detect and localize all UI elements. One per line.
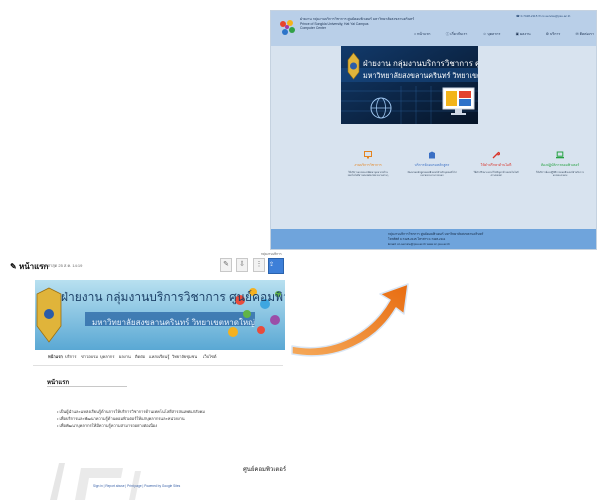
nav-item-home[interactable]: หน้าแรก	[48, 353, 63, 360]
pencil-icon: ✎	[223, 261, 229, 268]
move-button[interactable]: ⇩	[236, 258, 248, 272]
faded-background-graphic	[50, 463, 141, 500]
more-button[interactable]: ⋮	[253, 258, 265, 272]
more-icon: ⋮	[255, 261, 263, 268]
list-item: • เป็นผู้นำและแหล่งเรียนรู้ด้านการให้บริ…	[57, 409, 205, 414]
feature-card[interactable]: ห้องปฏิบัติการคอมพิวเตอร์ ให้บริการห้องป…	[535, 151, 585, 178]
feature-card[interactable]: บริการจัดอบรมหลักสูตร จัดอบรมหลักสูตรคอม…	[407, 151, 457, 178]
wrench-icon	[492, 151, 500, 159]
edit-button[interactable]: ✎	[220, 258, 232, 272]
feature-title: บริการจัดอบรมหลักสูตร	[414, 163, 450, 167]
banner-title-line-2: มหาวิทยาลัยสงขลานครินทร์ วิทยาเขตหาดใหญ่	[92, 318, 255, 327]
feature-description: จัดอบรมหลักสูตรคอมพิวเตอร์สำหรับบุคคลทั่…	[407, 171, 457, 178]
nav-item-training-news[interactable]: ข่าวอบรม	[81, 353, 98, 360]
nav-label: ติดต่อเรา	[579, 32, 594, 36]
feature-grid: งานบริการวิชาการ ให้บริการอบรมและพัฒนาบุ…	[343, 151, 589, 211]
building-icon	[429, 151, 435, 159]
feature-card[interactable]: ให้คำปรึกษาด้านไอที ให้คำปรึกษาและแก้ไขป…	[471, 151, 521, 178]
old-site-nav: หน้าแรก บริการ ข่าวอบรม บุคลากร ผลงาน ติ…	[48, 353, 258, 365]
laptop-icon	[556, 151, 564, 159]
feature-description: ให้คำปรึกษาและแก้ไขปัญหาด้านเทคโนโลยีสาร…	[473, 171, 519, 178]
list-item-text: เป็นผู้นำและแหล่งเรียนรู้ด้านการให้บริกา…	[59, 409, 205, 414]
nav-item-staff[interactable]: ☺ บุคลากร	[483, 31, 501, 39]
contact-info: ☎ 0-7428-2115 ✉ cc-service@psu.ac.th	[516, 14, 571, 18]
transition-arrow-icon	[290, 282, 410, 358]
new-site-title: ฝ่ายงาน กลุ่มงานบริการวิชาการ ศูนย์คอมพิ…	[300, 17, 415, 31]
feature-card[interactable]: งานบริการวิชาการ ให้บริการอบรมและพัฒนาบุ…	[343, 151, 393, 178]
nav-item-works[interactable]: ▣ ผลงาน	[516, 31, 531, 39]
site-name-small: กลุ่มงานบริการ	[261, 252, 282, 256]
monitor-icon	[442, 87, 475, 115]
nav-label: ผลงาน	[520, 32, 531, 36]
banner-title-line-2: มหาวิทยาลัยสงขลานครินทร์ วิทยาเขตหาดใหญ่	[363, 71, 478, 80]
feature-description: ให้บริการอบรมและพัฒนาบุคลากรด้านเทคโนโลย…	[347, 171, 389, 178]
nav-item-services[interactable]: ⚙ บริการ	[546, 31, 561, 39]
move-icon: ⇩	[239, 261, 245, 268]
title-line-3: Computer Center	[300, 26, 327, 31]
nav-item-community-college[interactable]: วิทยาลัยชุมชน	[172, 353, 197, 360]
mission-list: • เป็นผู้นำและแหล่งเรียนรู้ด้านการให้บริ…	[57, 408, 287, 429]
old-site-topbar: ✎ หน้าแรก อัปเดตล่าสุด 25 ส.ค. 14:19 กลุ…	[3, 250, 290, 276]
new-site-banner: ฝ่ายงาน กลุ่มงานบริการวิชาการ ศูนย์คอมพิ…	[341, 46, 478, 124]
university-seal-icon	[347, 52, 360, 80]
org-logo-icon[interactable]	[276, 17, 298, 39]
list-item: • เพื่อบริการและพัฒนาความรู้ด้านคอมพิวเต…	[57, 416, 185, 421]
banner-title-line-1: ฝ่ายงาน กลุ่มงานบริการวิชาการ ศูนย์คอมพิ…	[363, 59, 478, 68]
nav-item-staff[interactable]: บุคลากร	[100, 353, 114, 360]
nav-item-home[interactable]: ⌂ หน้าแรก	[414, 31, 430, 39]
nav-item-services[interactable]: บริการ	[65, 353, 77, 360]
monitor-icon	[364, 151, 372, 159]
list-item: • เพื่อพัฒนาบุคลากรให้มีความรู้ความสามาร…	[57, 423, 158, 428]
title-line-1: ฝ่ายงาน กลุ่มงานบริการวิชาการ ศูนย์คอมพิ…	[300, 17, 415, 21]
signature-text: ศูนย์คอมพิวเตอร์	[243, 467, 287, 473]
nav-label: หน้าแรก	[417, 32, 431, 36]
feature-description: ให้บริการห้องปฏิบัติการคอมพิวเตอร์สำหรับ…	[536, 171, 584, 178]
new-website-screenshot: ฝ่ายงาน กลุ่มงานบริการวิชาการ ศูนย์คอมพิ…	[270, 10, 597, 250]
nav-item-contact[interactable]: ติดต่อ	[135, 353, 145, 360]
old-site-banner: ฝ่ายงาน กลุ่มงานบริการวิชาการ ศูนย์คอมพิ…	[35, 280, 285, 350]
nav-item-works[interactable]: ผลงาน	[119, 353, 131, 360]
new-site-footer: กลุ่มงานบริการวิชาการ ศูนย์คอมพิวเตอร์ ม…	[271, 229, 596, 249]
divider	[33, 365, 283, 366]
feature-title: งานบริการวิชาการ	[354, 163, 382, 167]
nav-item-learning[interactable]: แหล่งเรียนรู้	[149, 353, 169, 360]
feature-title: ให้คำปรึกษาด้านไอที	[480, 163, 512, 167]
nav-item-about[interactable]: ⓘ เกี่ยวกับเรา	[446, 31, 468, 39]
divider	[47, 386, 127, 387]
last-updated-text: อัปเดตล่าสุด 25 ส.ค. 14:19	[36, 263, 83, 268]
nav-label: บุคลากร	[487, 32, 501, 36]
nav-label: เกี่ยวกับเรา	[450, 32, 468, 36]
feature-title: ห้องปฏิบัติการคอมพิวเตอร์	[540, 163, 580, 167]
banner-title-line-1: ฝ่ายงาน กลุ่มงานบริการวิชาการ ศูนย์คอมพิ…	[61, 290, 285, 304]
old-site-footer[interactable]: Sign in | Report abuse | Print page | Po…	[93, 484, 180, 488]
old-website-screenshot: ✎ หน้าแรก อัปเดตล่าสุด 25 ส.ค. 14:19 กลุ…	[3, 250, 290, 500]
globe-icon	[370, 97, 392, 119]
share-icon: ⇪	[269, 262, 275, 268]
list-item-text: เพื่อพัฒนาบุคลากรให้มีความรู้ความสามารถอ…	[59, 423, 158, 428]
nav-item-website[interactable]: เว็บไซต์	[203, 353, 216, 360]
footer-line-3[interactable]: Email: cc-service@psu.ac.th www.cc.psu.a…	[388, 242, 450, 246]
new-site-nav: ⌂ หน้าแรก ⓘ เกี่ยวกับเรา ☺ บุคลากร ▣ ผลง…	[414, 31, 594, 39]
new-site-header: ฝ่ายงาน กลุ่มงานบริการวิชาการ ศูนย์คอมพิ…	[271, 11, 596, 46]
list-item-text: เพื่อบริการและพัฒนาความรู้ด้านคอมพิวเตอร…	[59, 416, 185, 421]
nav-item-contact[interactable]: ✉ ติดต่อเรา	[576, 31, 594, 39]
nav-label: บริการ	[550, 32, 561, 36]
